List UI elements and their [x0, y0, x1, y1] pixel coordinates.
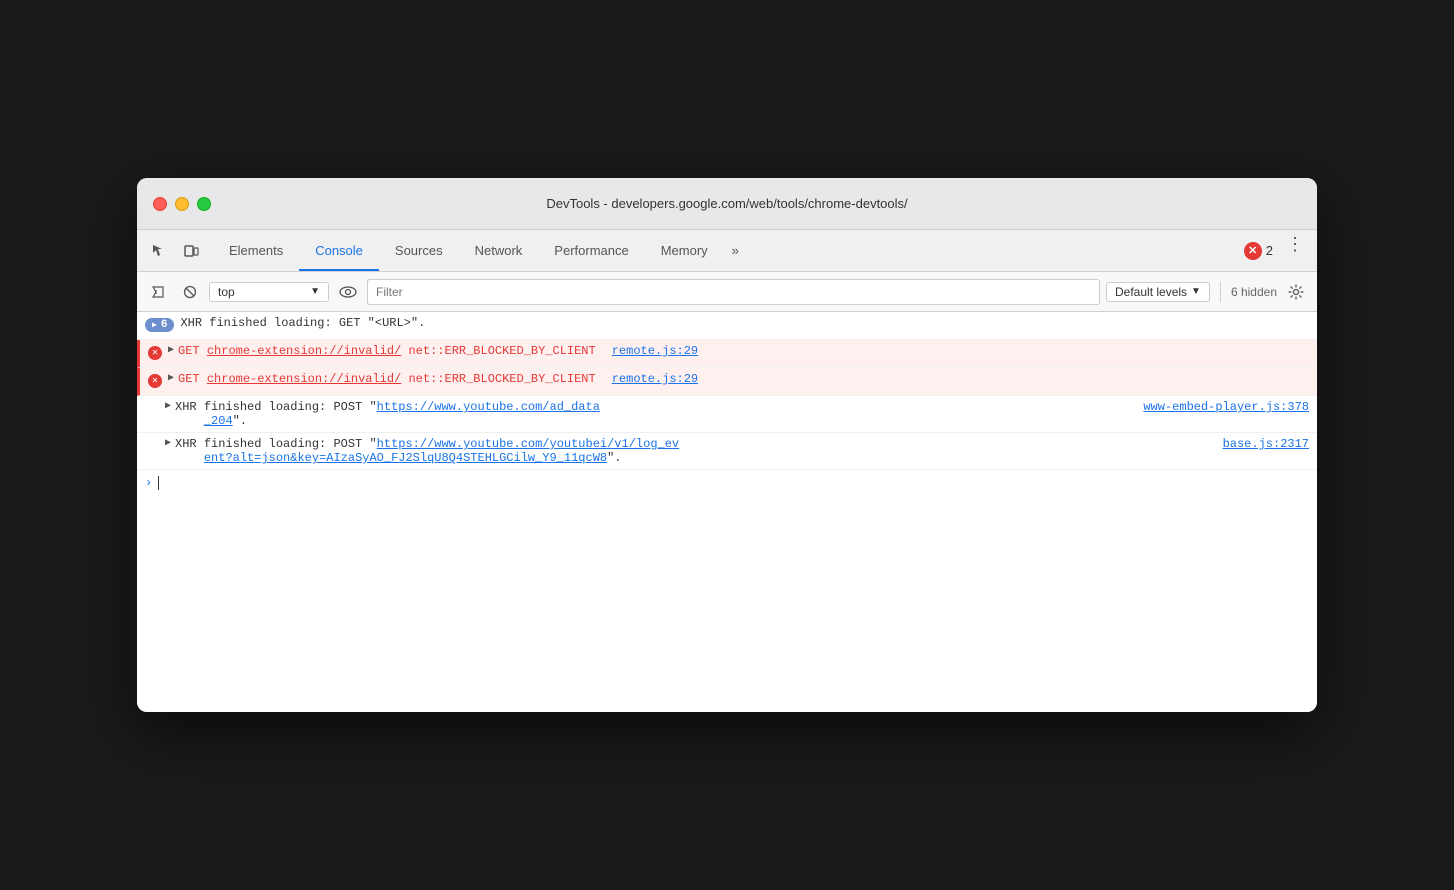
log-badge-icon: ▶ 6 — [145, 318, 174, 332]
minimize-button[interactable] — [175, 197, 189, 211]
log-source[interactable]: www-embed-player.js:378 — [1143, 400, 1309, 414]
filter-input[interactable] — [367, 279, 1100, 305]
inspect-element-icon[interactable] — [145, 237, 173, 265]
error-method: GET — [178, 372, 207, 386]
expand-arrow-icon[interactable]: ▶ — [165, 437, 171, 449]
error-row: ✕ ▶ GET chrome-extension://invalid/ net:… — [137, 340, 1317, 368]
cursor-blink — [158, 476, 159, 490]
device-mode-icon[interactable] — [177, 237, 205, 265]
tabs-bar: Elements Console Sources Network Perform… — [137, 230, 1317, 272]
log-text: XHR finished loading: GET "<URL>". — [180, 316, 1309, 330]
log-source[interactable]: remote.js:29 — [612, 372, 698, 386]
tab-console[interactable]: Console — [299, 230, 379, 271]
log-row: ▶ XHR finished loading: POST "https://ww… — [137, 396, 1317, 433]
tab-performance[interactable]: Performance — [538, 230, 644, 271]
error-count: 2 — [1266, 243, 1273, 258]
tab-sources[interactable]: Sources — [379, 230, 459, 271]
window-title: DevTools - developers.google.com/web/too… — [546, 196, 907, 211]
error-badge: ✕ 2 — [1244, 230, 1273, 271]
expand-arrow-icon[interactable]: ▶ — [165, 400, 171, 412]
traffic-lights — [153, 197, 211, 211]
xhr-url2-cont[interactable]: ent?alt=json&key=AIzaSyAO_FJ2SlqU8Q4STEH… — [204, 451, 607, 465]
error-msg: net::ERR_BLOCKED_BY_CLIENT — [401, 344, 595, 358]
error-method: GET — [178, 344, 207, 358]
xhr-url[interactable]: https://www.youtube.com/ad_data — [377, 400, 600, 414]
tab-icons — [145, 230, 205, 271]
log-text: XHR finished loading: POST "https://www.… — [175, 400, 1127, 428]
titlebar: DevTools - developers.google.com/web/too… — [137, 178, 1317, 230]
console-output: ▶ 6 XHR finished loading: GET "<URL>". ✕… — [137, 312, 1317, 712]
log-source[interactable]: remote.js:29 — [612, 344, 698, 358]
error-circle-icon: ✕ — [1244, 242, 1262, 260]
clear-console-button[interactable] — [145, 279, 171, 305]
log-row: ▶ XHR finished loading: POST "https://ww… — [137, 433, 1317, 470]
xhr-url-cont[interactable]: _204 — [204, 414, 233, 428]
log-text: XHR finished loading: POST "https://www.… — [175, 437, 1207, 465]
tab-memory[interactable]: Memory — [645, 230, 724, 271]
close-button[interactable] — [153, 197, 167, 211]
console-toolbar: top ▼ Default levels ▼ 6 hidden — [137, 272, 1317, 312]
error-url[interactable]: chrome-extension://invalid/ — [207, 372, 401, 386]
expand-arrow-icon[interactable]: ▶ — [168, 372, 174, 384]
console-settings-button[interactable] — [1283, 279, 1309, 305]
execution-context-select[interactable]: top ▼ — [209, 282, 329, 302]
devtools-window: DevTools - developers.google.com/web/too… — [137, 178, 1317, 712]
ban-icon[interactable] — [177, 279, 203, 305]
tab-elements[interactable]: Elements — [213, 230, 299, 271]
error-url[interactable]: chrome-extension://invalid/ — [207, 344, 401, 358]
maximize-button[interactable] — [197, 197, 211, 211]
error-row: ✕ ▶ GET chrome-extension://invalid/ net:… — [137, 368, 1317, 396]
error-msg: net::ERR_BLOCKED_BY_CLIENT — [401, 372, 595, 386]
error-icon: ✕ — [148, 374, 162, 388]
xhr-url2[interactable]: https://www.youtube.com/youtubei/v1/log_… — [377, 437, 679, 451]
toolbar-divider — [1220, 282, 1221, 302]
error-icon: ✕ — [148, 346, 162, 360]
console-prompt[interactable]: › — [137, 470, 1317, 496]
tab-network[interactable]: Network — [459, 230, 539, 271]
log-levels-button[interactable]: Default levels ▼ — [1106, 282, 1210, 302]
log-source[interactable]: base.js:2317 — [1223, 437, 1309, 451]
hidden-count-label: 6 hidden — [1231, 285, 1277, 299]
prompt-arrow-icon: › — [145, 476, 152, 490]
log-row: ▶ 6 XHR finished loading: GET "<URL>". — [137, 312, 1317, 340]
live-expressions-button[interactable] — [335, 279, 361, 305]
more-tabs-button[interactable]: » — [724, 230, 747, 271]
devtools-menu-button[interactable]: ⋮ — [1281, 230, 1309, 258]
expand-arrow-icon[interactable]: ▶ — [168, 344, 174, 356]
